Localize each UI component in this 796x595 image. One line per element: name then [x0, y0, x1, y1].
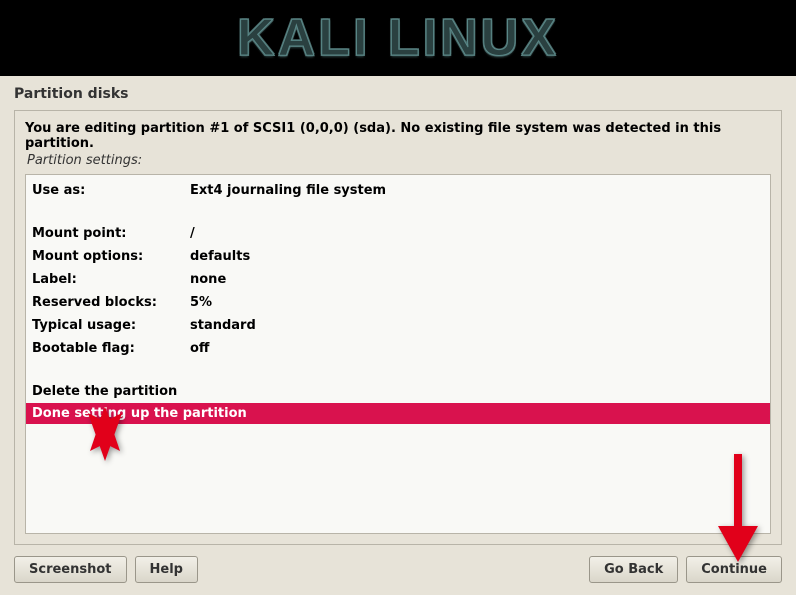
action-done-setting-up[interactable]: Done setting up the partition [26, 403, 770, 424]
instruction-text: You are editing partition #1 of SCSI1 (0… [25, 121, 771, 153]
setting-value: off [190, 341, 764, 356]
setting-row-label[interactable]: Label: none [26, 268, 770, 291]
action-delete-partition[interactable]: Delete the partition [26, 380, 770, 403]
help-button[interactable]: Help [135, 556, 198, 583]
page-title: Partition disks [0, 76, 796, 110]
continue-button[interactable]: Continue [686, 556, 782, 583]
setting-value: defaults [190, 249, 764, 264]
main-panel: Partition disks You are editing partitio… [0, 76, 796, 595]
setting-row-mount-options[interactable]: Mount options: defaults [26, 245, 770, 268]
setting-label: Label: [32, 272, 190, 287]
go-back-button[interactable]: Go Back [589, 556, 678, 583]
setting-row-mount-point[interactable]: Mount point: / [26, 222, 770, 245]
partition-settings-list: Use as: Ext4 journaling file system Moun… [25, 174, 771, 534]
button-bar: Screenshot Help Go Back Continue [14, 556, 782, 583]
kali-logo: KALI LINUX [237, 8, 559, 68]
setting-label: Mount point: [32, 226, 190, 241]
setting-label: Typical usage: [32, 318, 190, 333]
setting-value: 5% [190, 295, 764, 310]
setting-row-reserved-blocks[interactable]: Reserved blocks: 5% [26, 291, 770, 314]
setting-label: Reserved blocks: [32, 295, 190, 310]
setting-label: Mount options: [32, 249, 190, 264]
setting-row-use-as[interactable]: Use as: Ext4 journaling file system [26, 175, 770, 202]
setting-label: Bootable flag: [32, 341, 190, 356]
setting-row-typical-usage[interactable]: Typical usage: standard [26, 314, 770, 337]
setting-value: standard [190, 318, 764, 333]
content-frame: You are editing partition #1 of SCSI1 (0… [14, 110, 782, 545]
setting-value: / [190, 226, 764, 241]
setting-value: Ext4 journaling file system [190, 183, 764, 198]
spacer [26, 360, 770, 380]
header-bar: KALI LINUX [0, 0, 796, 76]
screenshot-button[interactable]: Screenshot [14, 556, 127, 583]
setting-value: none [190, 272, 764, 287]
subtitle-text: Partition settings: [25, 153, 771, 168]
setting-label: Use as: [32, 183, 190, 198]
spacer [26, 202, 770, 222]
setting-row-bootable-flag[interactable]: Bootable flag: off [26, 337, 770, 360]
